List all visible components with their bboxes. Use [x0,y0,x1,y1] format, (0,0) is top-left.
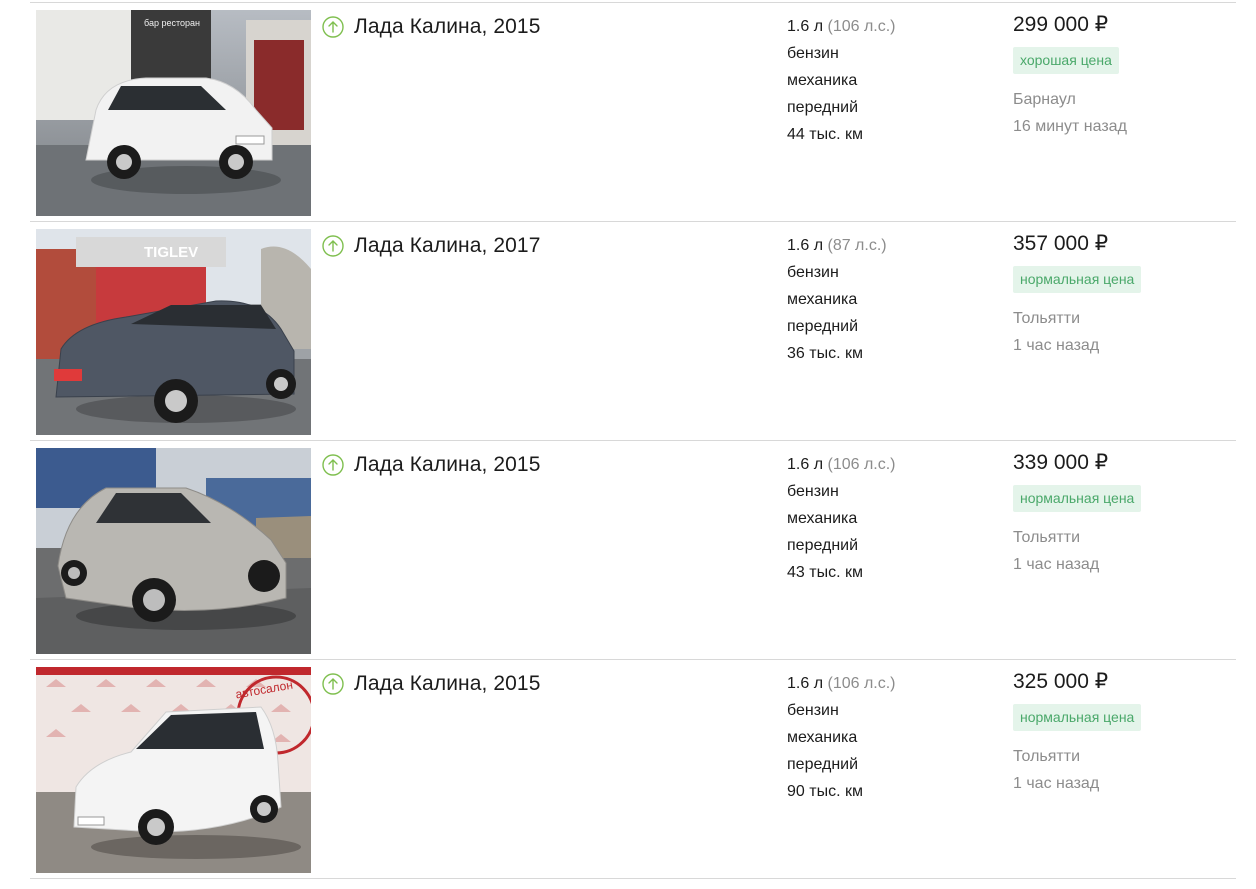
drive-type: передний [787,318,859,335]
price-rating-badge: нормальная цена [1013,266,1142,293]
engine-power: (106 л.с.) [827,675,896,692]
car-photo[interactable]: бар ресторан [36,10,311,216]
photo-sign-text: TIGLEV [144,244,198,261]
arrow-up-circle-icon[interactable] [322,16,344,38]
transmission: механика [787,291,858,308]
car-photo[interactable]: автосалон [36,667,311,873]
photo-sign-text: бар ресторан [144,18,200,28]
engine-power: (106 л.с.) [827,18,896,35]
car-photo-image: бар ресторан [36,10,311,216]
engine-volume: 1.6 л [787,675,824,692]
price-rating-badge: нормальная цена [1013,704,1142,731]
engine-line: 1.6 л (106 л.с.) [787,13,896,40]
engine-volume: 1.6 л [787,456,824,473]
posted-time: 1 час назад [1013,556,1100,573]
listing-city: Барнаул [1013,91,1076,108]
listing-title[interactable]: Лада Калина, 2015 [354,15,541,39]
posted-time: 1 час назад [1013,775,1100,792]
drive-type: передний [787,756,859,773]
transmission: механика [787,72,858,89]
engine-volume: 1.6 л [787,237,824,254]
fuel-type: бензин [787,483,839,500]
listing-city: Тольятти [1013,748,1080,765]
mileage: 36 тыс. км [787,345,863,362]
price-column: 299 000 ₽ хорошая цена Барнаул 16 минут … [1013,12,1127,140]
drive-type: передний [787,537,859,554]
drive-type: передний [787,99,859,116]
price-column: 325 000 ₽ нормальная цена Тольятти 1 час… [1013,669,1142,797]
mileage: 44 тыс. км [787,126,863,143]
engine-power: (106 л.с.) [827,456,896,473]
price-rating-badge: хорошая цена [1013,47,1119,74]
posted-time: 16 минут назад [1013,118,1127,135]
transmission: механика [787,510,858,527]
listing-item[interactable]: Лада Калина, 2015 1.6 л (106 л.с.) бензи… [30,440,1236,659]
arrow-up-circle-icon[interactable] [322,235,344,257]
listing-title[interactable]: Лада Калина, 2015 [354,453,541,477]
listing-price: 299 000 ₽ [1013,13,1109,36]
listing-specs: 1.6 л (106 л.с.) бензин механика передни… [787,451,896,586]
car-photo-image [36,448,311,654]
listing-item[interactable]: TIGLEV Лада Калина, 2017 1.6 л (87 л.с.)… [30,221,1236,440]
price-rating-badge: нормальная цена [1013,485,1142,512]
price-column: 339 000 ₽ нормальная цена Тольятти 1 час… [1013,450,1142,578]
listing-price: 325 000 ₽ [1013,670,1109,693]
arrow-up-circle-icon[interactable] [322,673,344,695]
engine-line: 1.6 л (106 л.с.) [787,670,896,697]
listing-specs: 1.6 л (106 л.с.) бензин механика передни… [787,670,896,805]
listing-city: Тольятти [1013,310,1080,327]
engine-line: 1.6 л (87 л.с.) [787,232,887,259]
mileage: 90 тыс. км [787,783,863,800]
fuel-type: бензин [787,45,839,62]
arrow-up-circle-icon[interactable] [322,454,344,476]
listing-title[interactable]: Лада Калина, 2017 [354,234,541,258]
engine-volume: 1.6 л [787,18,824,35]
mileage: 43 тыс. км [787,564,863,581]
price-column: 357 000 ₽ нормальная цена Тольятти 1 час… [1013,231,1142,359]
fuel-type: бензин [787,702,839,719]
listing-price: 339 000 ₽ [1013,451,1109,474]
car-photo[interactable]: TIGLEV [36,229,311,435]
listing-specs: 1.6 л (87 л.с.) бензин механика передний… [787,232,887,367]
listing-item[interactable]: бар ресторан Лада Калина, 2015 1.6 л (10… [30,2,1236,221]
engine-power: (87 л.с.) [827,237,887,254]
posted-time: 1 час назад [1013,337,1100,354]
listing-item[interactable]: автосалон Лада Калина, 2015 1.6 л (106 л… [30,659,1236,878]
car-photo-image: автосалон [36,667,311,873]
car-photo[interactable] [36,448,311,654]
list-divider [30,878,1236,879]
car-photo-image: TIGLEV [36,229,311,435]
listing-title[interactable]: Лада Калина, 2015 [354,672,541,696]
listing-price: 357 000 ₽ [1013,232,1109,255]
engine-line: 1.6 л (106 л.с.) [787,451,896,478]
fuel-type: бензин [787,264,839,281]
transmission: механика [787,729,858,746]
listing-city: Тольятти [1013,529,1080,546]
listing-specs: 1.6 л (106 л.с.) бензин механика передни… [787,13,896,148]
